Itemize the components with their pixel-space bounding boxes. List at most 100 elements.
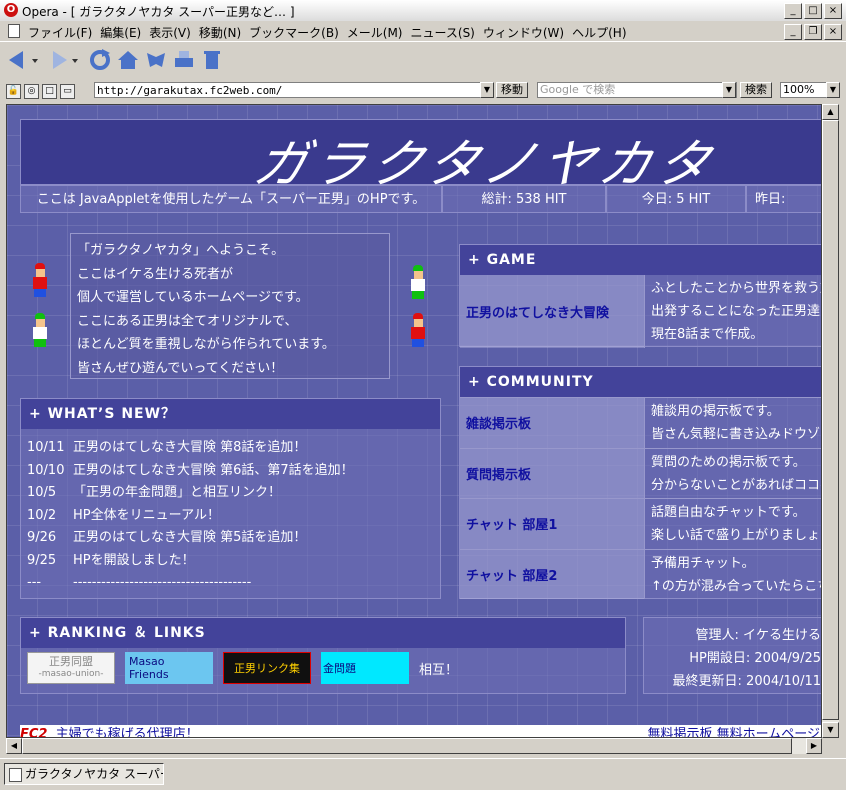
page-tab[interactable]: ガラクタノヤカタ スーパー...	[4, 763, 164, 785]
community-link[interactable]: 質問掲示板	[460, 448, 645, 498]
page-tab-bar: ガラクタノヤカタ スーパー...	[0, 758, 846, 790]
scroll-down-icon[interactable]: ▼	[822, 722, 839, 738]
fc2-ad-text[interactable]: 主婦でも稼げる代理店！	[56, 727, 199, 737]
document-icon[interactable]	[8, 24, 20, 38]
news-item: 10/11 正男のはてしなき大冒険 第8話を追加！	[27, 437, 434, 460]
masao-pension-banner[interactable]: 金問題	[321, 652, 409, 684]
admin-updated-date: 最終更新日: 2004/10/11	[672, 674, 821, 689]
news-item: 10/2 HP全体をリニューアル！	[27, 505, 434, 528]
home-icon[interactable]	[116, 48, 140, 72]
luigi-character-icon	[408, 265, 428, 299]
yesterday-hit-counter: 昨日:	[746, 185, 821, 213]
window-titlebar[interactable]: O Opera - [ ガラクタノヤカタ スーパー正男など… ] _ □ ×	[0, 0, 846, 22]
fc2-services-text[interactable]: 無料掲示板 無料ホームページ	[648, 725, 820, 737]
cookie-icon[interactable]: ◎	[24, 84, 39, 99]
community-panel: + COMMUNITY 雑談掲示板 雑談用の掲示板です。 皆さん気軽に書き込みドウゾ…	[459, 366, 822, 599]
news-date: ---	[27, 575, 42, 590]
hotlist-icon[interactable]	[144, 48, 168, 72]
welcome-line: ほとんど質を重視しながら作られています。	[77, 337, 335, 352]
page-info-icon[interactable]: □	[42, 84, 57, 99]
menu-item[interactable]: ウィンドウ(W)	[483, 24, 572, 41]
total-hit-counter: 総計: 538 HIT	[442, 185, 606, 213]
search-button[interactable]: 検索	[740, 82, 772, 98]
admin-info-panel: 管理人: イケる生ける HP開設日: 2004/9/25 最終更新日: 2004…	[643, 617, 821, 694]
whats-new-panel: + WHAT’S NEW？ 10/11 正男のはてしなき大冒険 第8話を追加！ 10…	[20, 398, 441, 599]
scroll-left-icon[interactable]: ◀	[6, 738, 22, 754]
welcome-line: 皆さんぜひ遊んでいってください！	[77, 360, 284, 376]
news-item: 9/26 正男のはてしなき大冒険 第5話を追加！	[27, 527, 434, 550]
forward-icon[interactable]	[46, 48, 70, 72]
menu-item[interactable]: ブックマーク(B)	[249, 24, 347, 41]
mdi-close-button[interactable]: ×	[824, 24, 842, 40]
page-tab-label: ガラクタノヤカタ スーパー...	[25, 767, 163, 781]
game-heading: + GAME	[460, 245, 821, 275]
masao-union-banner[interactable]: 正男同盟 -masao-union-	[27, 652, 115, 684]
page-viewport: ガラクタノヤカタ ここは JavaAppletを使用したゲーム「スーパー正男」の…	[6, 104, 822, 738]
go-button[interactable]: 移動	[496, 82, 528, 98]
mdi-restore-button[interactable]: ❐	[804, 24, 822, 40]
news-text: --------------------------------------	[73, 575, 252, 590]
info-bar: ここは JavaAppletを使用したゲーム「スーパー正男」のHPです。 総計:…	[20, 185, 821, 213]
trash-icon[interactable]	[200, 48, 224, 72]
news-date: 10/2	[27, 507, 57, 523]
community-link[interactable]: 雑談掲示板	[460, 398, 645, 448]
fc2-logo[interactable]: FC2	[20, 727, 47, 737]
game-panel: + GAME 正男のはてしなき大冒険 ふとしたことから世界を救う旅に 出発するこ…	[459, 244, 821, 348]
community-description: 話題自由なチャットです。 楽しい話で盛り上がりましょう	[651, 505, 822, 543]
menu-item[interactable]: ニュース(S)	[410, 24, 482, 41]
whats-new-heading: + WHAT’S NEW？	[21, 399, 440, 429]
masao-friends-banner[interactable]: Masao Friends	[125, 652, 213, 684]
news-item: 10/10 正男のはてしなき大冒険 第6話、第7話を追加！	[27, 460, 434, 483]
masao-character-icon	[408, 313, 428, 347]
search-engine-dropdown-icon[interactable]: ▼	[722, 82, 736, 98]
menu-bar: ファイル(F) 編集(E) 表示(V) 移動(N) ブックマーク(B) メール(M) ニュー…	[0, 21, 846, 41]
scroll-right-icon[interactable]: ▶	[806, 738, 822, 754]
address-dropdown-icon[interactable]: ▼	[480, 82, 494, 98]
news-date: 10/5	[27, 485, 57, 500]
address-input[interactable]: http://garakutax.fc2web.com/	[94, 82, 494, 98]
site-description: ここは JavaAppletを使用したゲーム「スーパー正男」のHPです。	[20, 185, 442, 213]
back-icon[interactable]	[6, 48, 30, 72]
news-date: 9/26	[27, 530, 57, 545]
page-tab-icon	[9, 768, 22, 782]
forward-history-icon[interactable]	[70, 48, 80, 72]
menu-item[interactable]: 移動(N)	[199, 24, 249, 41]
scroll-up-icon[interactable]: ▲	[822, 104, 839, 120]
game-link[interactable]: 正男のはてしなき大冒険	[460, 275, 645, 348]
mdi-minimize-button[interactable]: _	[784, 24, 802, 40]
print-icon[interactable]	[172, 48, 196, 72]
reload-icon[interactable]	[88, 48, 112, 72]
news-text: HP全体をリニューアル！	[73, 507, 220, 523]
community-link[interactable]: チャット 部屋1	[460, 499, 645, 549]
news-date: 9/25	[27, 552, 57, 568]
back-history-icon[interactable]	[30, 48, 40, 72]
news-text: 正男のはてしなき大冒険 第8話を追加！	[73, 440, 307, 455]
close-button[interactable]: ×	[824, 3, 842, 19]
security-icon[interactable]: 🔓	[6, 84, 21, 99]
address-toolbar: 🔓 ◎ □ ▭ http://garakutax.fc2web.com/ ▼ 移…	[0, 80, 846, 102]
fc2-ad-bar[interactable]: FC2 主婦でも稼げる代理店！ 無料掲示板 無料ホームページ	[20, 725, 821, 737]
vertical-scrollbar[interactable]: ▲ ▼	[822, 104, 839, 738]
print-preview-icon[interactable]: ▭	[60, 84, 75, 99]
masao-character-icon	[30, 263, 50, 297]
minimize-button[interactable]: _	[784, 3, 802, 19]
maximize-button[interactable]: □	[804, 3, 822, 19]
opera-logo-icon: O	[4, 3, 18, 17]
community-description: 予備用チャット。↑の方が混み合っていたらこちら	[651, 555, 821, 594]
menu-item[interactable]: メール(M)	[347, 24, 411, 41]
luigi-character-icon	[30, 313, 50, 347]
zoom-dropdown-icon[interactable]: ▼	[826, 82, 840, 98]
horizontal-scroll-thumb[interactable]	[22, 738, 792, 754]
menu-item[interactable]: ヘルプ(H)	[572, 24, 634, 41]
news-item: 10/5 「正男の年金問題」と相互リンク！	[27, 482, 434, 505]
masao-link-collection-banner[interactable]: 正男リンク集	[223, 652, 311, 684]
menu-item[interactable]: 表示(V)	[149, 24, 199, 41]
search-input[interactable]: Google で検索	[537, 82, 737, 98]
horizontal-scrollbar[interactable]: ◀ ▶	[6, 738, 822, 754]
community-link[interactable]: チャット 部屋2	[460, 549, 645, 599]
welcome-line: ここはイケる生ける死者が	[77, 266, 234, 282]
vertical-scroll-thumb[interactable]	[822, 120, 839, 720]
menu-item[interactable]: ファイル(F)	[28, 24, 100, 41]
menu-item[interactable]: 編集(E)	[100, 24, 149, 41]
news-item: 9/25 HPを開設しました！	[27, 550, 434, 573]
